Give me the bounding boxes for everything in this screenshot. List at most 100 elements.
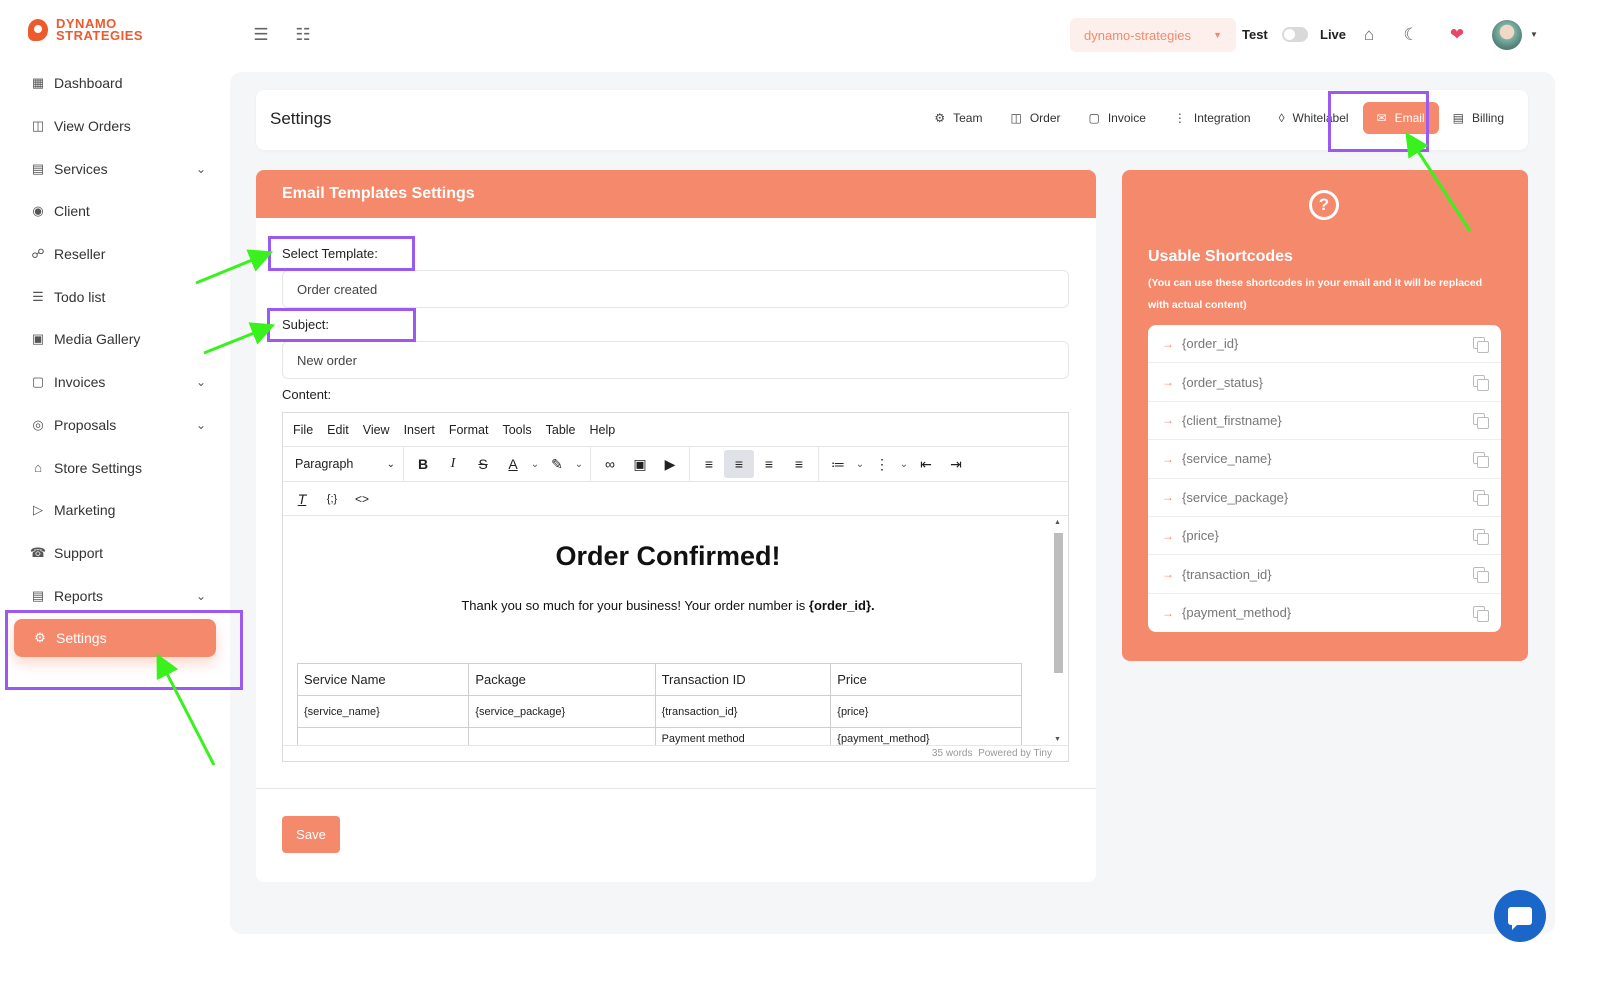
indent-icon[interactable]: ⇥	[941, 450, 971, 478]
chevron-down-icon: ⌄	[195, 588, 206, 603]
store-icon[interactable]: ⌂	[1358, 24, 1380, 46]
caret-down-icon[interactable]: ▼	[1530, 30, 1538, 39]
menu-icon[interactable]: ☰	[250, 24, 272, 46]
justify-icon[interactable]: ≡	[784, 450, 814, 478]
outdent-icon[interactable]: ⇤	[911, 450, 941, 478]
apps-icon[interactable]: ☷	[292, 24, 314, 46]
scroll-up-icon[interactable]: ▲	[1054, 519, 1061, 526]
menu-table[interactable]: Table	[546, 423, 576, 437]
text-color-icon[interactable]: A	[498, 450, 528, 478]
tab-order[interactable]: ◫ Order	[996, 102, 1074, 134]
menu-help[interactable]: Help	[590, 423, 616, 437]
tab-billing[interactable]: ▤ Billing	[1439, 102, 1518, 134]
sidebar-item-marketing[interactable]: ▷ Marketing	[0, 489, 230, 532]
tab-email[interactable]: ✉ Email	[1362, 102, 1439, 134]
menu-format[interactable]: Format	[449, 423, 489, 437]
notification-icon[interactable]: ❤	[1446, 24, 1468, 46]
tab-integration[interactable]: ⋮ Integration	[1160, 102, 1265, 134]
sidebar-item-dashboard[interactable]: ▦ Dashboard	[0, 62, 230, 105]
subject-field[interactable]: New order	[282, 341, 1069, 379]
report-icon: ▤	[31, 587, 45, 603]
strikethrough-icon[interactable]: S	[468, 450, 498, 478]
basket-icon: ◫	[1010, 111, 1022, 125]
chevron-down-icon[interactable]: ⌄	[853, 450, 867, 478]
sidebar-item-services[interactable]: ▤ Services ⌄	[0, 147, 230, 190]
copy-icon[interactable]	[1473, 451, 1489, 468]
image-icon[interactable]: ▣	[625, 450, 655, 478]
brand-logo[interactable]: DYNAMO STRATEGIES	[28, 17, 143, 42]
copy-icon[interactable]	[1473, 605, 1489, 622]
copy-icon[interactable]	[1473, 567, 1489, 584]
bullet-list-icon[interactable]: ⋮	[867, 450, 897, 478]
sidebar-item-view-orders[interactable]: ◫ View Orders	[0, 105, 230, 148]
copy-icon[interactable]	[1473, 528, 1489, 545]
code-icon[interactable]: <>	[347, 485, 377, 513]
align-left-icon[interactable]: ≡	[694, 450, 724, 478]
highlight-icon[interactable]: ✎	[542, 450, 572, 478]
settings-header: Settings ⚙ Team ◫ Order ▢ Invoice ⋮ Integrat…	[256, 90, 1528, 150]
editor-toolbar-2: T {;} <>	[283, 482, 1068, 516]
store-select[interactable]: dynamo-strategies ▼	[1070, 18, 1236, 52]
align-center-icon[interactable]: ≡	[724, 450, 754, 478]
italic-icon[interactable]: I	[438, 450, 468, 478]
sidebar-item-todo-list[interactable]: ☰ Todo list	[0, 275, 230, 318]
sidebar-item-invoices[interactable]: ▢ Invoices ⌄	[0, 361, 230, 404]
menu-insert[interactable]: Insert	[404, 423, 435, 437]
save-button[interactable]: Save	[282, 816, 340, 853]
copy-icon[interactable]	[1473, 375, 1489, 392]
tab-whitelabel[interactable]: ◊ Whitelabel	[1265, 102, 1363, 134]
chevron-down-icon[interactable]: ⌄	[572, 450, 586, 478]
doc-title: Order Confirmed!	[555, 541, 781, 571]
rich-text-editor[interactable]: File Edit View Insert Format Tools Table…	[282, 412, 1069, 762]
menu-view[interactable]: View	[363, 423, 390, 437]
logo-icon	[28, 19, 48, 41]
sidebar-item-media-gallery[interactable]: ▣ Media Gallery	[0, 318, 230, 361]
tab-team[interactable]: ⚙ Team	[920, 102, 996, 134]
chat-icon	[1508, 907, 1532, 930]
moon-icon[interactable]: ☾	[1400, 24, 1422, 46]
scroll-down-icon[interactable]: ▼	[1054, 736, 1061, 743]
sidebar-item-reports[interactable]: ▤ Reports ⌄	[0, 574, 230, 617]
media-icon[interactable]: ▶	[655, 450, 685, 478]
scroll-thumb[interactable]	[1054, 533, 1063, 673]
subject-label: Subject:	[282, 317, 329, 332]
chat-button[interactable]	[1494, 890, 1546, 942]
menu-file[interactable]: File	[293, 423, 313, 437]
tab-invoice[interactable]: ▢ Invoice	[1075, 102, 1160, 134]
sidebar-item-store-settings[interactable]: ⌂ Store Settings	[0, 446, 230, 489]
copy-icon[interactable]	[1473, 413, 1489, 430]
mode-toggle[interactable]	[1282, 27, 1308, 42]
editor-scrollbar[interactable]: ▲ ▼	[1052, 519, 1063, 743]
menu-tools[interactable]: Tools	[502, 423, 531, 437]
copy-icon[interactable]	[1473, 336, 1489, 353]
powered-by[interactable]: Powered by Tiny	[978, 748, 1052, 759]
chevron-down-icon[interactable]: ⌄	[528, 450, 542, 478]
numbered-list-icon[interactable]: ≔	[823, 450, 853, 478]
sidebar-item-support[interactable]: ☎ Support	[0, 532, 230, 575]
block-format-select[interactable]: Paragraph ⌄	[287, 450, 399, 478]
avatar[interactable]	[1492, 20, 1522, 50]
bold-icon[interactable]: B	[408, 450, 438, 478]
align-right-icon[interactable]: ≡	[754, 450, 784, 478]
sidebar-item-reseller[interactable]: ☍ Reseller	[0, 233, 230, 276]
client-icon: ◉	[32, 203, 44, 219]
clear-format-icon[interactable]: T	[287, 485, 317, 513]
menu-edit[interactable]: Edit	[327, 423, 349, 437]
sidebar-item-proposals[interactable]: ◎ Proposals ⌄	[0, 404, 230, 447]
template-select[interactable]: Order created	[282, 270, 1069, 308]
list-item: → {order_status}	[1148, 363, 1501, 402]
chevron-down-icon[interactable]: ⌄	[897, 450, 911, 478]
copy-icon[interactable]	[1473, 490, 1489, 507]
chevron-down-icon: ⌄	[195, 375, 206, 390]
billing-icon: ▤	[1452, 111, 1464, 125]
list-item: → {transaction_id}	[1148, 555, 1501, 594]
editor-document[interactable]: Order Confirmed! Thank you so much for y…	[283, 517, 1053, 745]
page-title: Settings	[270, 109, 332, 128]
sidebar-item-settings[interactable]: ⚙ Settings	[14, 618, 216, 657]
sidebar-item-client[interactable]: ◉ Client	[0, 190, 230, 233]
word-count: 35 words	[931, 748, 973, 759]
chevron-down-icon: ⌄	[195, 417, 206, 432]
link-icon[interactable]: ∞	[595, 450, 625, 478]
shortcodes-panel: ? Usable Shortcodes (You can use these s…	[1122, 170, 1528, 661]
variable-icon[interactable]: {;}	[317, 485, 347, 513]
